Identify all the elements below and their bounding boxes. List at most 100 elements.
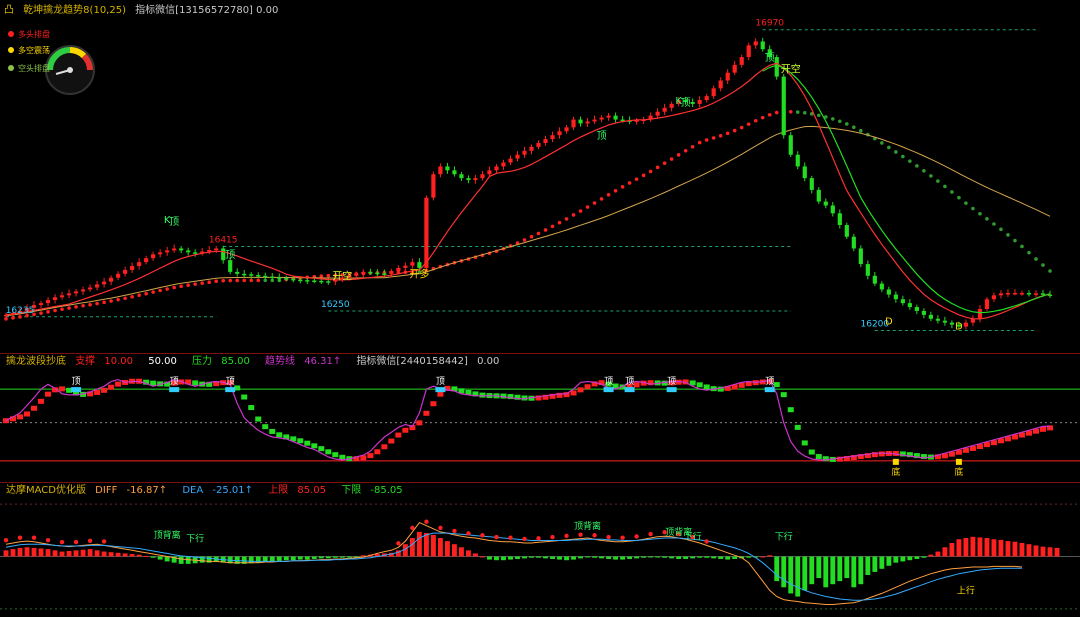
signal-label: D	[955, 322, 963, 333]
trend-block	[388, 438, 395, 444]
macd-histogram-bar	[900, 556, 906, 562]
long-trend-dot	[922, 168, 926, 173]
long-trend-dot	[235, 278, 240, 283]
peak-dot	[31, 535, 37, 540]
macd-title[interactable]: 达摩MACD优化版	[6, 485, 86, 496]
trend-block	[577, 387, 584, 393]
top-marker	[624, 387, 635, 393]
candle-body	[52, 297, 58, 301]
macd-histogram-bar	[942, 547, 948, 557]
long-trend-dot	[60, 307, 64, 312]
legend-item-long: 多头排盘	[8, 30, 50, 40]
macd-histogram-bar	[928, 554, 934, 557]
long-trend-dot	[592, 201, 597, 205]
indicator-title[interactable]: 乾坤擒龙趋势8(10,25)	[23, 5, 126, 16]
macd-histogram-bar	[578, 556, 583, 559]
peak-dot	[606, 534, 611, 540]
candle-body	[417, 262, 422, 268]
long-trend-dot	[634, 177, 639, 181]
long-trend-dot	[172, 285, 176, 290]
candle-body	[94, 284, 100, 288]
macd-histogram-bar	[94, 550, 100, 557]
long-trend-dot	[627, 181, 632, 185]
macd-histogram-bar	[1054, 547, 1060, 557]
long-trend-dot	[116, 297, 120, 302]
macd-histogram-bar	[977, 537, 983, 557]
macd-item-diff: DIFF -16.87↑	[95, 485, 168, 496]
candle-body	[102, 281, 107, 285]
peak-dot	[45, 537, 51, 543]
long-trend-dot	[95, 301, 99, 306]
trend-block	[101, 387, 108, 393]
macd-histogram-bar	[907, 556, 913, 561]
candle-body	[1005, 292, 1011, 295]
candle-body	[739, 57, 744, 65]
candle-body	[193, 252, 198, 254]
long-trend-dot	[123, 296, 127, 301]
candle-body	[87, 287, 93, 290]
macd-item-upper: 上限 85.05	[268, 485, 327, 496]
candle-body	[508, 158, 513, 163]
candle-body	[585, 121, 590, 124]
long-trend-dot	[830, 117, 835, 121]
long-trend-dot	[978, 211, 982, 216]
candle-body	[515, 154, 520, 159]
signal-label: 开空	[781, 63, 801, 76]
long-trend-dot	[795, 110, 800, 114]
trend-block	[780, 392, 787, 398]
long-trend-dot	[529, 234, 534, 239]
candle-body	[550, 135, 555, 140]
macd-histogram-bar	[52, 550, 58, 557]
osc-item-mid: 50.00	[148, 356, 177, 367]
long-trend-dot	[852, 125, 856, 130]
candle-body	[599, 117, 604, 120]
candle-body	[1012, 292, 1018, 295]
candle-body	[907, 303, 912, 308]
candle-body	[242, 273, 247, 276]
signal-label: D	[885, 317, 893, 328]
macd-histogram-bar	[725, 556, 731, 560]
macd-histogram-bar	[676, 556, 682, 559]
macd-histogram-bar	[136, 554, 142, 557]
trend-block	[402, 427, 409, 433]
long-trend-dot	[1041, 263, 1045, 267]
peak-dot	[704, 539, 709, 544]
long-trend-dot	[74, 305, 78, 309]
macd-histogram-bar	[760, 556, 766, 558]
bottom-marker	[892, 458, 899, 465]
legend-label: 多空震荡	[18, 46, 50, 55]
macd-histogram-bar	[494, 556, 499, 561]
top-label: 顶	[72, 376, 81, 387]
peak-dot	[508, 535, 513, 540]
candle-body	[522, 150, 527, 155]
trend-block	[703, 384, 710, 390]
candle-body	[452, 170, 457, 175]
osc-title[interactable]: 擒龙波段抄底	[6, 356, 66, 367]
trend-block	[479, 392, 486, 398]
peak-dot	[438, 525, 443, 531]
candle-body	[802, 166, 807, 179]
macd-histogram-bar	[31, 547, 37, 557]
trend-block	[255, 416, 262, 422]
macd-histogram-bar	[129, 554, 135, 557]
peak-dot	[396, 541, 401, 546]
candle-body	[466, 178, 471, 181]
macd-histogram-bar	[1026, 544, 1032, 557]
long-trend-dot	[557, 220, 562, 225]
candle-body	[382, 273, 387, 275]
macd-histogram-bar	[178, 556, 184, 564]
trend-block	[430, 401, 437, 407]
macd-histogram-bar	[101, 551, 107, 557]
macd-histogram-bar	[66, 550, 72, 557]
macd-histogram-bar	[318, 556, 324, 559]
macd-histogram-bar	[921, 556, 927, 558]
long-trend-dot	[1006, 233, 1010, 237]
long-trend-dot	[88, 302, 92, 307]
top-marker	[666, 387, 677, 393]
long-trend-dot	[760, 115, 765, 120]
long-trend-dot	[165, 287, 169, 291]
signal-label: 顶	[597, 130, 607, 142]
candle-body	[326, 281, 331, 283]
candle-body	[172, 248, 177, 251]
long-trend-dot	[739, 125, 744, 130]
